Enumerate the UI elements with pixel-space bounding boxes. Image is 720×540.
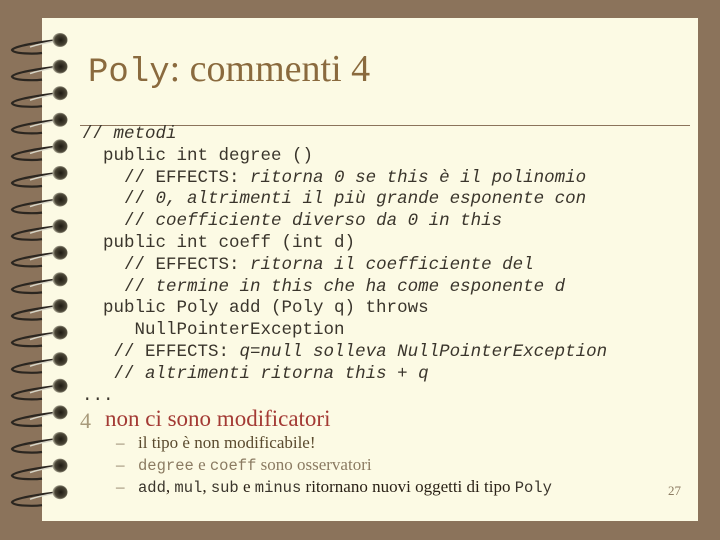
slide-title: Poly: commenti 4 [88, 46, 370, 96]
sub-bullet-text: ritornano nuovi oggetti di tipo [301, 477, 515, 496]
code-text: NullPointerException [134, 320, 345, 341]
spiral-ring-icon [10, 192, 68, 215]
title-class-name: Poly [88, 54, 170, 92]
code-text: // EFFECTS: [124, 254, 251, 275]
code-line: // termine in this che ha come esponente… [82, 277, 607, 299]
code-line: // coefficiente diverso da 0 in this [82, 211, 607, 233]
spiral-ring-icon [10, 325, 68, 348]
bullet-marker: 4 [80, 408, 91, 433]
code-comment-text: q=null solleva NullPointerException [239, 341, 608, 362]
code-comment-text: termine in this che ha come esponente d [155, 276, 566, 297]
spiral-ring-icon [10, 166, 68, 188]
dash-marker: – [116, 477, 125, 496]
code-text: // [124, 276, 156, 297]
spiral-ring-icon [10, 59, 68, 82]
code-text: // [124, 189, 156, 210]
spiral-ring-icon [10, 458, 68, 481]
spiral-ring-icon [10, 378, 68, 401]
code-line: NullPointerException [82, 320, 607, 342]
code-line: // EFFECTS: ritorna 0 se this è il polin… [82, 168, 607, 190]
spiral-ring-icon [10, 352, 68, 374]
spiral-ring-icon [10, 272, 68, 295]
spiral-ring-icon [10, 485, 68, 507]
sub-bullet-producers: – add, mul, sub e minus ritornano nuovi o… [116, 477, 552, 497]
code-text: // [124, 211, 156, 232]
code-mul: mul [174, 479, 203, 497]
code-line: public int degree () [82, 146, 607, 168]
code-text: // [113, 363, 146, 384]
code-block: // metodi public int degree () // EFFECT… [82, 124, 607, 407]
code-text: ... [82, 385, 114, 406]
spiral-binding [10, 33, 68, 507]
dash-marker: – [116, 455, 125, 474]
spiral-ring-icon [10, 405, 68, 428]
code-line: // altrimenti ritorna this + q [82, 364, 607, 386]
code-poly: Poly [514, 479, 552, 497]
code-text: // [82, 124, 114, 144]
code-text: public int coeff (int d) [103, 232, 356, 253]
code-comment-text: altrimenti ritorna this + q [145, 363, 429, 384]
sub-bullet-text: sono osservatori [256, 455, 372, 474]
code-text: public Poly add (Poly q) throws [103, 298, 429, 319]
spiral-ring-icon [10, 112, 68, 135]
code-minus: minus [254, 479, 302, 497]
code-comment-text: ritorna il coefficiente del [250, 254, 534, 275]
code-sub: sub [210, 479, 239, 497]
sub-bullet-text: e [193, 455, 210, 474]
code-line: // EFFECTS: ritorna il coefficiente del [82, 255, 607, 277]
title-text: : commenti 4 [169, 48, 371, 90]
spiral-ring-icon [10, 219, 68, 241]
code-line: // EFFECTS: q=null solleva NullPointerEx… [82, 341, 608, 364]
sub-bullet-observers: – degree e coeff sono osservatori [116, 455, 372, 475]
sub-bullet-immutable: – il tipo è non modificabile! [116, 433, 316, 453]
code-line: // 0, altrimenti il più grande esponente… [82, 189, 607, 211]
code-text: // EFFECTS: [113, 341, 240, 362]
code-text: public int degree () [103, 145, 314, 166]
spiral-ring-icon [10, 432, 68, 454]
code-add: add [138, 479, 166, 497]
code-line: public int coeff (int d) [82, 233, 607, 255]
code-line: ... [82, 386, 607, 408]
spiral-ring-icon [10, 33, 68, 55]
code-line: public Poly add (Poly q) throws [82, 298, 607, 320]
sub-bullet-text: , [202, 477, 211, 496]
code-comment-text: coefficiente diverso da 0 in this [155, 211, 503, 232]
sub-bullet-text: e [238, 477, 255, 496]
code-text: // EFFECTS: [124, 167, 251, 188]
code-comment-text: 0, altrimenti il più grande esponente co… [155, 189, 587, 210]
code-degree: degree [138, 457, 194, 475]
bullet-no-modifiers: non ci sono modificatori [105, 406, 331, 431]
spiral-ring-icon [10, 139, 68, 162]
code-comment-text: metodi [113, 124, 177, 144]
spiral-ring-icon [10, 86, 68, 108]
code-comment-text: ritorna 0 se this è il polinomio [250, 167, 587, 188]
code-line: // metodi [82, 124, 607, 146]
spiral-ring-icon [10, 245, 68, 268]
spiral-ring-icon [10, 299, 68, 321]
code-coeff: coeff [209, 457, 257, 475]
sub-bullet-text: il tipo è non modificabile! [138, 433, 316, 452]
dash-marker: – [116, 433, 125, 452]
page-number: 27 [668, 483, 681, 498]
